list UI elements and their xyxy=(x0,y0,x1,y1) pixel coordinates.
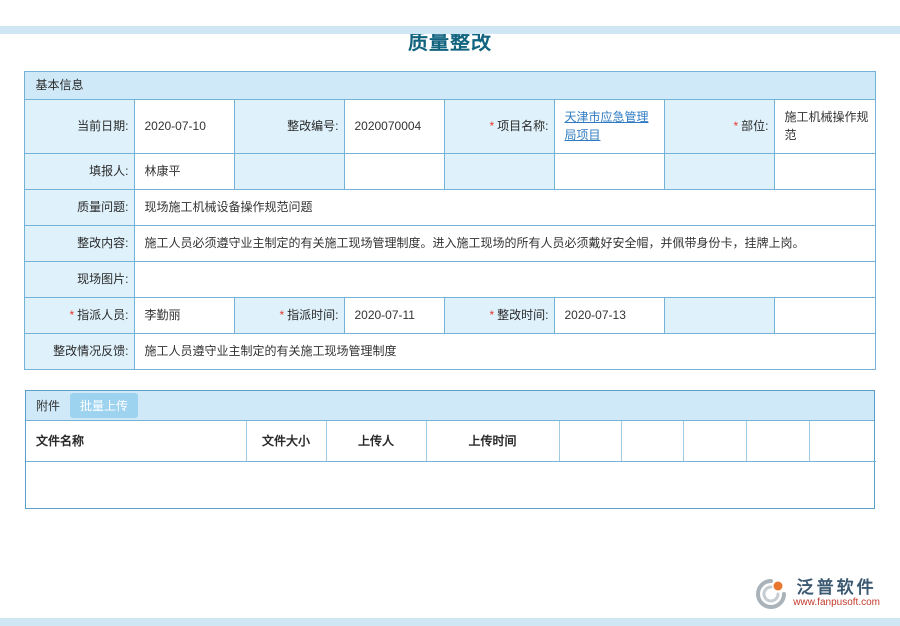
empty-cell xyxy=(559,421,621,461)
feedback-label: 整改情况反馈: xyxy=(25,334,135,370)
attachments-section: 附件 批量上传 文件名称 文件大小 上传人 上传时间 xyxy=(25,390,875,509)
current-date-label: 当前日期: xyxy=(25,100,135,154)
project-name-link[interactable]: 天津市应急管理局项目 xyxy=(564,110,648,141)
reporter-value: 林康平 xyxy=(135,154,235,190)
doc-no-value: 2020070004 xyxy=(345,100,445,154)
brand-url: www.fanpusoft.com xyxy=(793,597,880,609)
empty-cell xyxy=(621,421,683,461)
empty-cell xyxy=(665,154,775,190)
site-photo-label: 现场图片: xyxy=(25,262,135,298)
required-asterisk: * xyxy=(489,308,494,322)
empty-cell xyxy=(235,154,345,190)
basic-info-section-header: 基本信息 xyxy=(25,72,875,100)
attachments-header-bar: 附件 批量上传 xyxy=(26,391,874,421)
top-decoration-bar xyxy=(0,26,900,34)
required-asterisk: * xyxy=(69,308,74,322)
rectify-content-value: 施工人员必须遵守业主制定的有关施工现场管理制度。进入施工现场的所有人员必须戴好安… xyxy=(135,226,875,262)
attachments-col-filename: 文件名称 xyxy=(26,421,246,461)
project-name-label: *项目名称: xyxy=(445,100,555,154)
assignee-label: *指派人员: xyxy=(25,298,135,334)
quality-issue-label: 质量问题: xyxy=(25,190,135,226)
brand-text-block: 泛普软件 www.fanpusoft.com xyxy=(793,579,880,610)
rectify-time-label: *整改时间: xyxy=(445,298,555,334)
attachments-empty-body xyxy=(26,462,874,508)
location-label: *部位: xyxy=(665,100,775,154)
assign-time-label-text: 指派时间: xyxy=(287,308,338,322)
assignee-label-text: 指派人员: xyxy=(77,308,128,322)
quality-issue-value: 现场施工机械设备操作规范问题 xyxy=(135,190,875,226)
location-value: 施工机械操作规范 xyxy=(775,100,875,154)
required-asterisk: * xyxy=(489,119,494,133)
empty-cell xyxy=(665,298,775,334)
attachments-col-filesize: 文件大小 xyxy=(246,421,326,461)
basic-info-table: 基本信息 当前日期: 2020-07-10 整改编号: 2020070004 *… xyxy=(24,71,875,370)
empty-cell xyxy=(345,154,445,190)
assignee-value: 李勤丽 xyxy=(135,298,235,334)
reporter-label: 填报人: xyxy=(25,154,135,190)
assign-time-value: 2020-07-11 xyxy=(345,298,445,334)
assign-time-label: *指派时间: xyxy=(235,298,345,334)
attachments-header-row: 文件名称 文件大小 上传人 上传时间 xyxy=(26,421,876,461)
project-name-value: 天津市应急管理局项目 xyxy=(555,100,665,154)
site-photo-value xyxy=(135,262,875,298)
location-label-text: 部位: xyxy=(741,119,768,133)
feedback-value: 施工人员遵守业主制定的有关施工现场管理制度 xyxy=(135,334,875,370)
attachments-table: 文件名称 文件大小 上传人 上传时间 xyxy=(26,421,876,462)
attachments-section-title: 附件 xyxy=(36,397,60,414)
empty-cell xyxy=(775,154,875,190)
bottom-decoration-bar xyxy=(0,618,900,626)
rectify-content-label: 整改内容: xyxy=(25,226,135,262)
project-name-label-text: 项目名称: xyxy=(497,119,548,133)
empty-cell xyxy=(683,421,746,461)
fanpu-logo: 泛普软件 www.fanpusoft.com xyxy=(755,578,880,610)
batch-upload-button[interactable]: 批量上传 xyxy=(70,393,138,418)
required-asterisk: * xyxy=(279,308,284,322)
fanpu-logo-icon xyxy=(755,578,787,610)
empty-cell xyxy=(809,421,876,461)
required-asterisk: * xyxy=(733,119,738,133)
attachments-col-uploader: 上传人 xyxy=(326,421,426,461)
empty-cell xyxy=(746,421,809,461)
empty-cell xyxy=(775,298,875,334)
empty-cell xyxy=(445,154,555,190)
rectify-time-label-text: 整改时间: xyxy=(497,308,548,322)
current-date-value: 2020-07-10 xyxy=(135,100,235,154)
brand-name: 泛普软件 xyxy=(797,579,877,598)
attachments-col-uploadtime: 上传时间 xyxy=(426,421,559,461)
empty-cell xyxy=(555,154,665,190)
doc-no-label: 整改编号: xyxy=(235,100,345,154)
rectify-time-value: 2020-07-13 xyxy=(555,298,665,334)
